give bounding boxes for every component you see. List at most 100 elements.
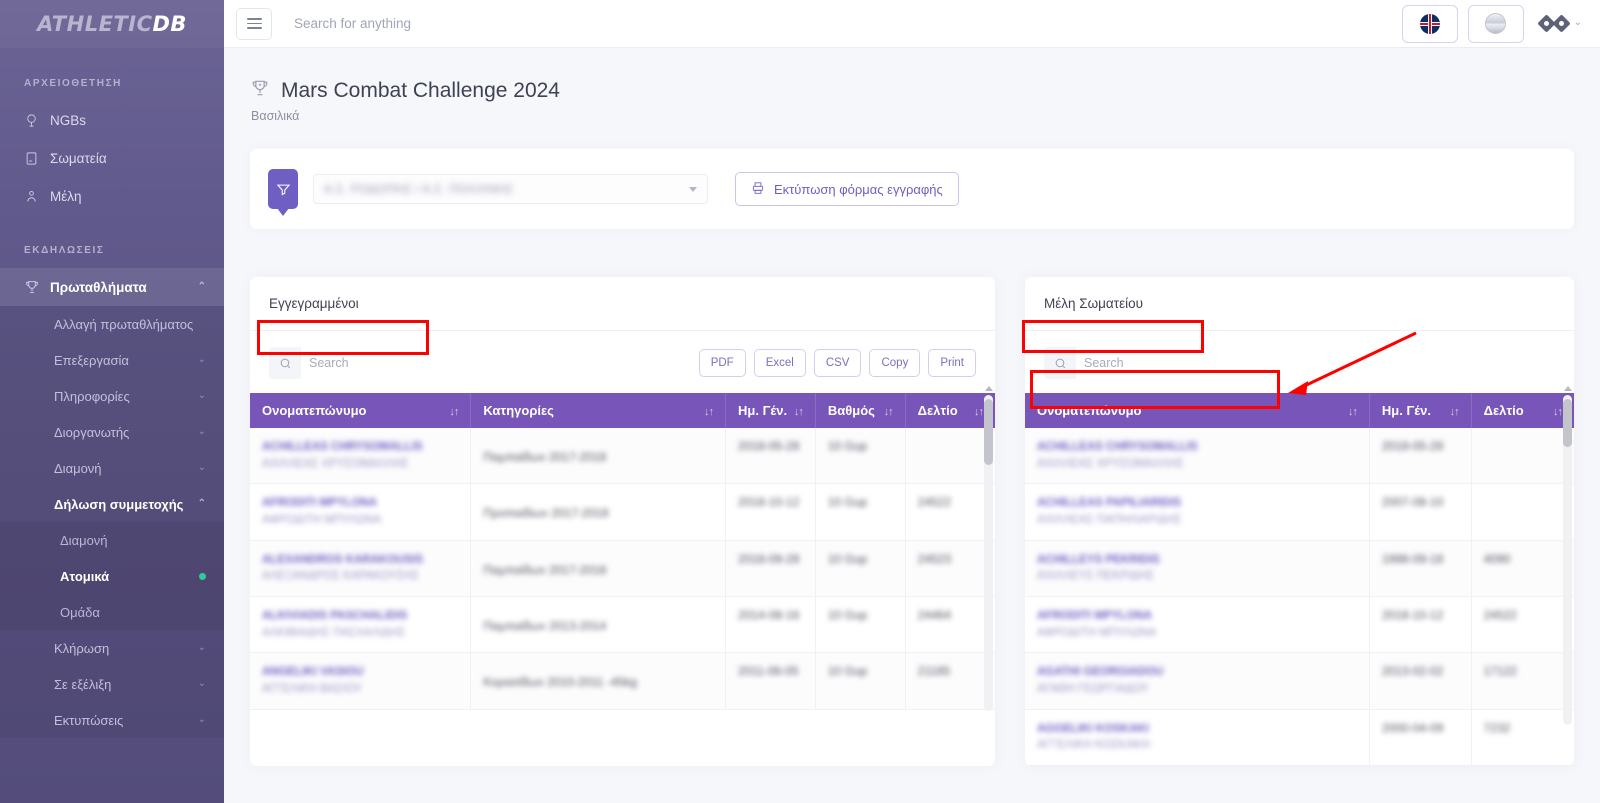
cell-fullname: ACHILLEAS PAPILIARIDIS ΑΧΙΛΛΕΑΣ ΠΑΠΗΛΙΑΡΙ… — [1025, 483, 1370, 541]
trophy-icon — [250, 78, 270, 104]
right-table-scrollbar[interactable] — [1563, 386, 1572, 725]
active-status-dot-icon — [199, 572, 206, 580]
table-row[interactable]: ALKIVIADIS PASCHALIDIS ΑΛΚΙΒΙΑΔΗΣ ΠΑΣΧΑΛΙ… — [250, 596, 995, 654]
export-pdf-button[interactable]: PDF — [698, 349, 746, 377]
row-name-en: ALEXANDROS KARAKOUSIS — [262, 553, 424, 566]
club-select[interactable]: Α.Σ. ΡΟΔΟΠΗΣ / Α.Σ. ΠΟΛΙΧΝΗΣ — [313, 174, 708, 204]
cell-card: 24522 — [905, 483, 995, 541]
sidebar-item-participation-team[interactable]: Ομάδα — [0, 594, 224, 630]
sort-icon: ↓↑ — [1449, 406, 1460, 418]
sidebar-item-draw[interactable]: Κλήρωση ⌄ — [0, 630, 224, 666]
sidebar-section-archive: ΑΡΧΕΙΟΘΕΤΗΣΗ — [24, 78, 122, 89]
table-row[interactable]: AGGELIKI KOSKAKI ΑΓΓΕΛΙΚΗ ΚΟΣΚΑΚΗ 2000-04-… — [1025, 709, 1574, 767]
brand-text-primary: ATHLETIC — [37, 12, 153, 36]
left-table-scrollbar-thumb[interactable] — [984, 399, 993, 465]
sidebar-item-championships[interactable]: Πρωταθλήματα ⌃ — [0, 268, 224, 306]
funnel-icon[interactable] — [268, 169, 298, 216]
column-header-card[interactable]: Δελτίο ↓↑ — [905, 393, 995, 428]
sidebar-item-participation-individual[interactable]: Ατομικά — [0, 558, 224, 594]
club-members-search-input[interactable] — [1076, 347, 1286, 379]
trophy-icon — [24, 279, 50, 295]
member-icon — [24, 189, 50, 204]
cell-fullname: AFRODITI MPYLONA ΑΦΡΟΔΙΤΗ ΜΠΥΛΩΝΑ — [250, 483, 472, 541]
brand-logo[interactable]: ATHLETICDB — [0, 0, 224, 48]
registered-panel-title: Εγγεγραμμένοι — [269, 296, 359, 311]
column-label-birthdate: Ημ. Γέν. — [738, 403, 788, 418]
export-print-button[interactable]: Print — [928, 349, 976, 377]
registered-table-head: Ονοματεπώνυμο ↓↑ Κατηγορίες ↓↑ Ημ. Γέν. ↓↑ … — [250, 393, 995, 428]
sidebar-item-label-info: Πληροφορίες — [54, 388, 130, 404]
chevron-up-icon: ⌃ — [197, 280, 206, 292]
column-header-fullname[interactable]: Ονοματεπώνυμο ↓↑ — [250, 393, 472, 428]
sidebar-item-members[interactable]: Μέλη — [0, 177, 224, 215]
print-registration-form-button[interactable]: Εκτύπωση φόρμας εγγραφής — [735, 172, 959, 206]
table-row[interactable]: AGATHI GEORGIADOU ΑΓΑΘΗ ΓΕΩΡΓΙΑΔΟΥ 2013-02… — [1025, 652, 1574, 710]
sidebar-item-label-change-championship: Αλλαγή πρωταθλήματος — [54, 316, 194, 332]
registered-search-input[interactable] — [301, 347, 501, 379]
row-category: Προπαιδίων 2017-2018 — [483, 506, 609, 521]
export-copy-button[interactable]: Copy — [869, 349, 921, 377]
column-header-card[interactable]: Δελτίο ↓↑ — [1471, 393, 1574, 428]
row-birth: 2018-10-12 — [738, 495, 800, 510]
column-header-categories[interactable]: Κατηγορίες ↓↑ — [470, 393, 727, 428]
panels-row: Εγγεγραμμένοι PDF Excel CSV Copy Print — [224, 229, 1600, 767]
sidebar-item-change-championship[interactable]: Αλλαγή πρωταθλήματος — [0, 306, 224, 342]
column-header-birthdate[interactable]: Ημ. Γέν. ↓↑ — [1369, 393, 1472, 428]
cell-fullname: ACHILLEAS CHRYSOMALLIS ΑΧΙΛΛΕΑΣ ΧΡΥΣΟΜΑΛΛ… — [250, 428, 472, 485]
registered-panel: Εγγεγραμμένοι PDF Excel CSV Copy Print — [250, 277, 995, 767]
sidebar-item-label-printouts: Εκτυπώσεις — [54, 712, 124, 728]
sidebar-item-ngbs[interactable]: NGBs — [0, 101, 224, 139]
table-row[interactable]: ANGELIKI VASIOU ΑΓΓΕΛΙΚΗ ΒΑΣΙΟΥ Κορασίδων … — [250, 652, 995, 710]
profile-menu[interactable]: ⌄ — [1534, 14, 1582, 33]
right-table-scrollbar-thumb[interactable] — [1563, 399, 1572, 447]
table-row[interactable]: AFRODITI MPYLONA ΑΦΡΟΔΙΤΗ ΜΠΥΛΩΝΑ Προπαιδί… — [250, 483, 995, 541]
row-birth: 2013-02-02 — [1381, 664, 1444, 679]
export-excel-button[interactable]: Excel — [753, 349, 806, 377]
table-header-row: Ονοματεπώνυμο ↓↑ Κατηγορίες ↓↑ Ημ. Γέν. ↓↑ … — [250, 393, 995, 428]
cell-grade: 10 Gup — [815, 540, 906, 598]
sidebar-item-edit[interactable]: Επεξεργασία ⌄ — [0, 342, 224, 378]
globe-button[interactable] — [1467, 4, 1524, 43]
chevron-down-icon: ⌄ — [197, 677, 206, 689]
cell-fullname: AGGELIKI KOSKAKI ΑΓΓΕΛΙΚΗ ΚΟΣΚΑΚΗ — [1025, 709, 1370, 767]
registered-search[interactable] — [269, 347, 501, 379]
column-label-fullname: Ονοματεπώνυμο — [1037, 403, 1142, 418]
sidebar-item-printouts[interactable]: Εκτυπώσεις ⌄ — [0, 702, 224, 738]
sidebar-item-organizer[interactable]: Διοργανωτής ⌄ — [0, 414, 224, 450]
left-table-scrollbar[interactable] — [984, 386, 993, 711]
sidebar-item-accommodation[interactable]: Διαμονή ⌄ — [0, 450, 224, 486]
table-row[interactable]: ACHILLEAS CHRYSOMALLIS ΑΧΙΛΛΕΑΣ ΧΡΥΣΟΜΑΛΛ… — [1025, 428, 1574, 485]
sidebar-item-info[interactable]: Πληροφορίες ⌄ — [0, 378, 224, 414]
sidebar-item-inprogress[interactable]: Σε εξέλιξη ⌄ — [0, 666, 224, 702]
column-label-card: Δελτίο — [1483, 403, 1524, 418]
column-label-categories: Κατηγορίες — [483, 403, 554, 418]
table-row[interactable]: ACHILLEYS PEKRIDIS ΑΧΙΛΛΕΥΣ ΠΕΚΡΙΔΗΣ 1998-… — [1025, 540, 1574, 598]
table-row[interactable]: ACHILLEAS PAPILIARIDIS ΑΧΙΛΛΕΑΣ ΠΑΠΗΛΙΑΡΙ… — [1025, 483, 1574, 541]
column-header-grade[interactable]: Βαθμός ↓↑ — [815, 393, 906, 428]
table-row[interactable]: AFRODITI MPYLONA ΑΦΡΟΔΙΤΗ ΜΠΥΛΩΝΑ 2018-10-… — [1025, 596, 1574, 654]
sidebar-item-clubs[interactable]: Σωματεία — [0, 139, 224, 177]
cell-fullname: ALKIVIADIS PASCHALIDIS ΑΛΚΙΒΙΑΔΗΣ ΠΑΣΧΑΛΙ… — [250, 596, 472, 654]
sidebar-submenu-participation: Διαμονή Ατομικά Ομάδα — [0, 522, 224, 630]
column-header-fullname[interactable]: Ονοματεπώνυμο ↓↑ — [1025, 393, 1370, 428]
column-label-fullname: Ονοματεπώνυμο — [262, 403, 367, 418]
table-row[interactable]: ACHILLEAS CHRYSOMALLIS ΑΧΙΛΛΕΑΣ ΧΡΥΣΟΜΑΛΛ… — [250, 428, 995, 485]
cell-card — [905, 428, 995, 485]
sidebar-item-participation-accommodation[interactable]: Διαμονή — [0, 522, 224, 558]
language-button[interactable] — [1401, 4, 1458, 43]
row-name-en: ACHILLEAS CHRYSOMALLIS — [262, 441, 423, 453]
global-search-input[interactable]: Search for anything — [294, 16, 411, 31]
hamburger-icon[interactable] — [236, 7, 272, 40]
row-name-gr: ΑΧΙΛΛΕΑΣ ΧΡΥΣΟΜΑΛΛΗΣ — [1037, 457, 1184, 470]
row-name-gr: ΑΓΓΕΛΙΚΗ ΚΟΣΚΑΚΗ — [1037, 739, 1150, 752]
export-csv-button[interactable]: CSV — [813, 349, 862, 377]
sidebar-item-participation[interactable]: Δήλωση συμμετοχής ⌃ — [0, 486, 224, 522]
column-header-birthdate[interactable]: Ημ. Γέν. ↓↑ — [725, 393, 816, 428]
cell-birthdate: 2013-02-02 — [1369, 652, 1472, 710]
table-row[interactable]: ALEXANDROS KARAKOUSIS ΑΛΕΞΑΝΔΡΟΣ ΚΑΡΑΚΟΥΣ… — [250, 540, 995, 598]
club-members-search[interactable] — [1044, 347, 1286, 379]
row-name-gr: ΑΛΚΙΒΙΑΔΗΣ ΠΑΣΧΑΛΙΔΗΣ — [262, 626, 406, 639]
cell-grade: 10 Gup — [815, 428, 906, 485]
club-card-icon — [24, 151, 50, 166]
cell-card: 21185 — [905, 652, 995, 710]
